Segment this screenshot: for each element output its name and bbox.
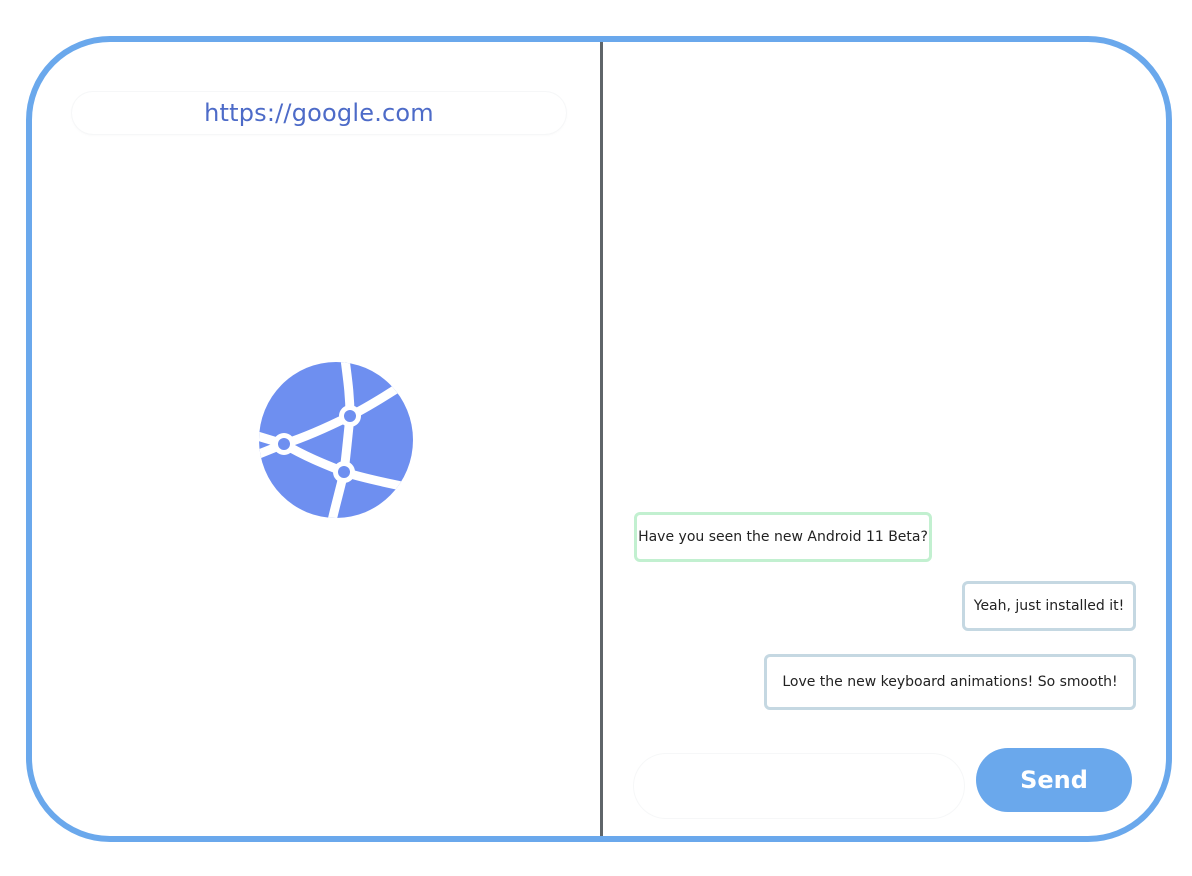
split-divider[interactable] xyxy=(600,42,603,836)
message-bubble-incoming: Have you seen the new Android 11 Beta? xyxy=(634,512,932,562)
message-text: Love the new keyboard animations! So smo… xyxy=(782,674,1118,690)
message-text: Yeah, just installed it! xyxy=(973,598,1125,614)
message-text: Have you seen the new Android 11 Beta? xyxy=(638,529,928,545)
message-bubble-outgoing: Yeah, just installed it! xyxy=(962,581,1136,631)
chat-pane: Have you seen the new Android 11 Beta? Y… xyxy=(606,42,1166,836)
globe-network-icon xyxy=(259,362,413,518)
device-frame: https://google.com Have you seen the new… xyxy=(26,36,1172,842)
message-input[interactable] xyxy=(634,754,964,818)
send-button[interactable]: Send xyxy=(976,748,1132,812)
url-text: https://google.com xyxy=(204,99,434,127)
message-bubble-outgoing: Love the new keyboard animations! So smo… xyxy=(764,654,1136,710)
url-bar[interactable]: https://google.com xyxy=(72,92,566,134)
